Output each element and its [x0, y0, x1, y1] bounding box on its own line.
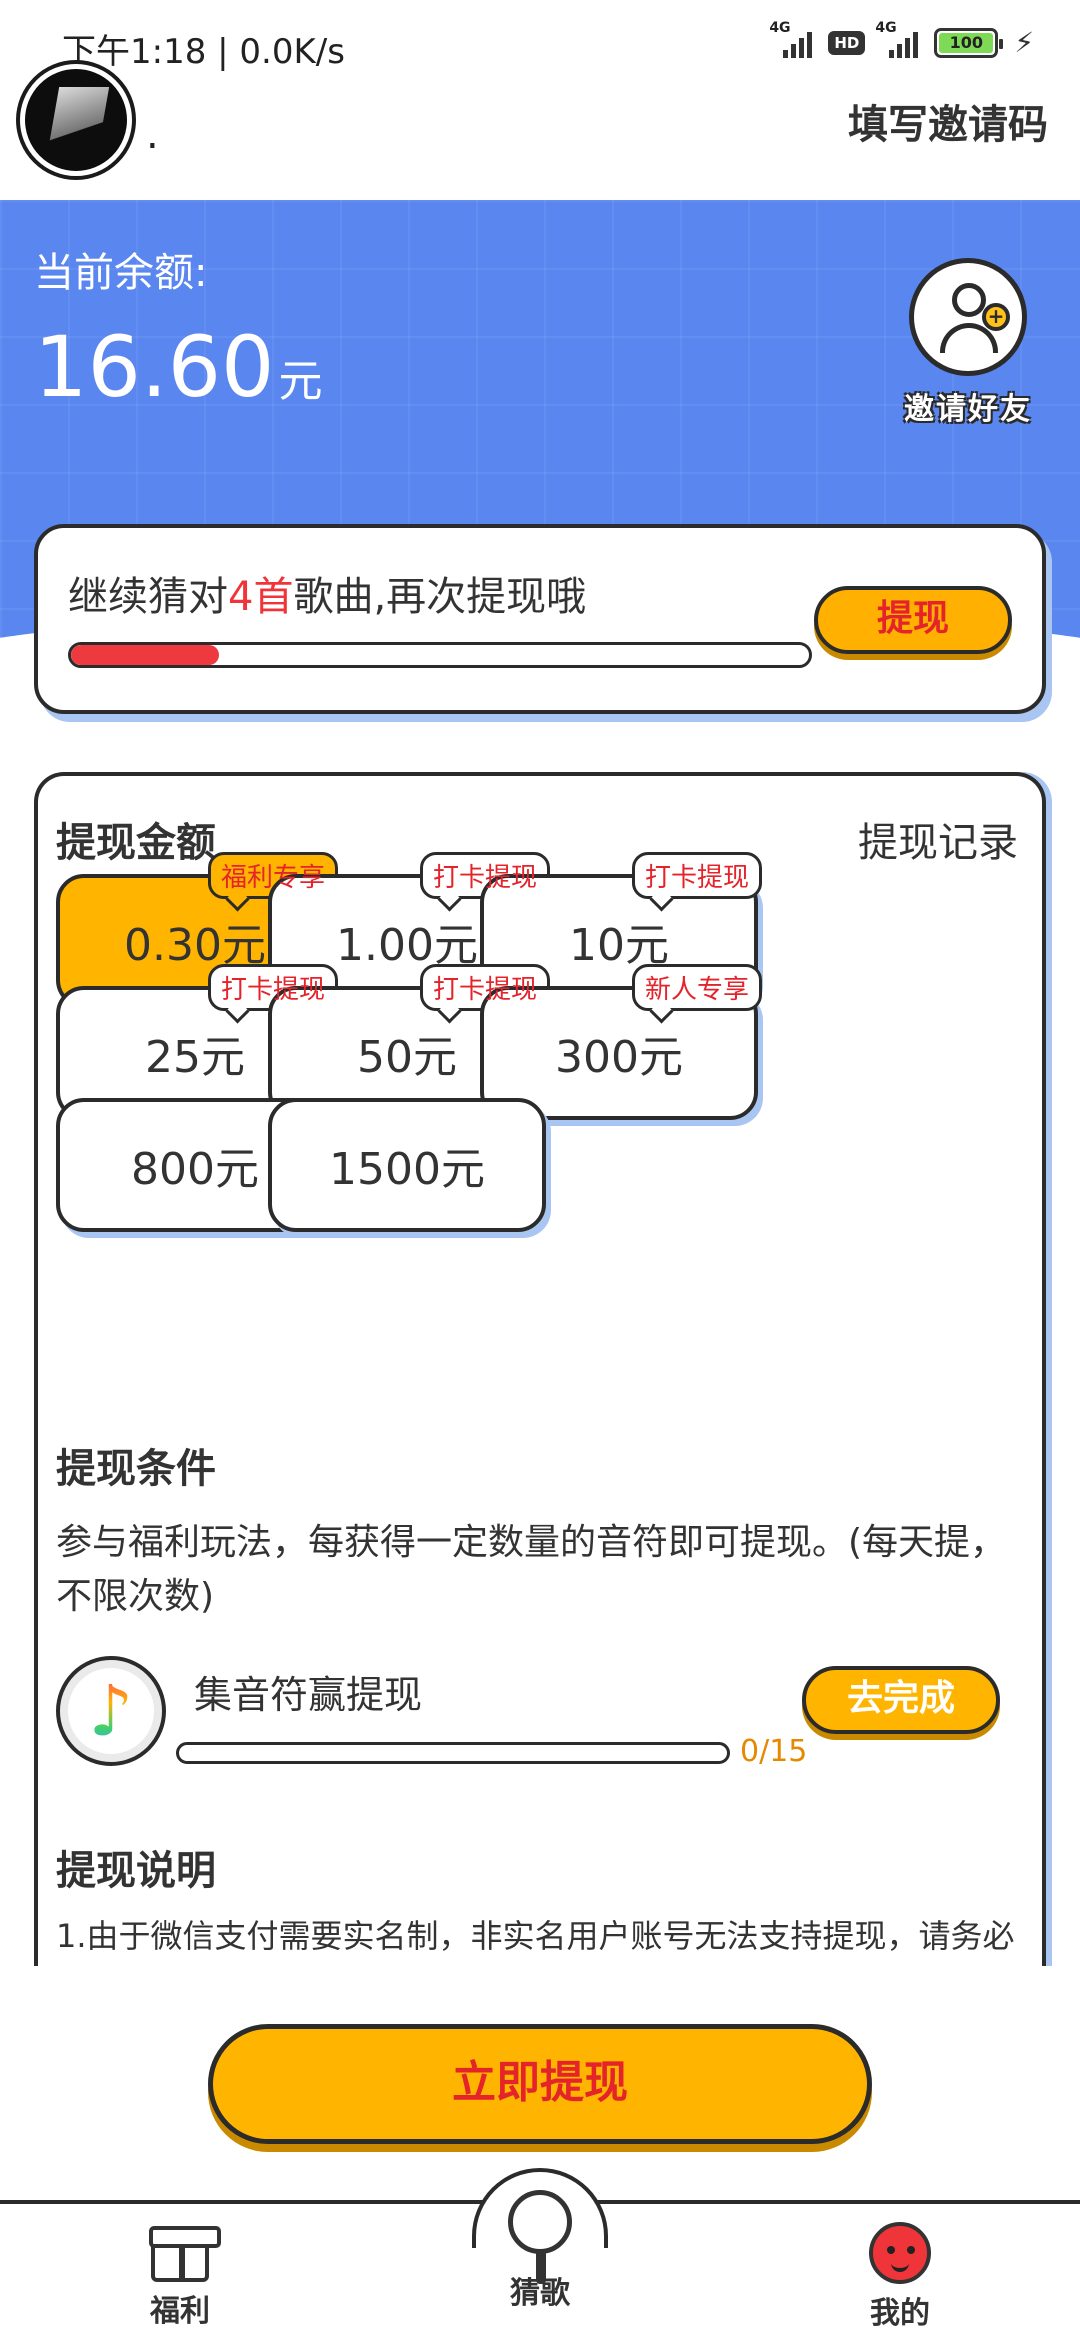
balance-amount: 16.60 元 — [34, 318, 322, 416]
conditions-text: 参与福利玩法，每获得一定数量的音符即可提现。(每天提，不限次数) — [56, 1522, 1007, 1617]
avatar[interactable] — [20, 64, 132, 176]
network-type-label: 4G — [769, 19, 791, 36]
amount-tag-label: 福利专享 — [220, 863, 325, 893]
battery-icon: 100 — [934, 27, 1004, 58]
amount-tag-label: 打卡提现 — [432, 863, 537, 893]
tab-label: 猜歌 — [510, 2276, 570, 2311]
tab-label: 福利 — [150, 2294, 210, 2329]
signal-icon: 4G — [769, 20, 813, 58]
amount-tag: 打卡提现 — [419, 964, 550, 1011]
network-type-label: 4G — [875, 19, 897, 36]
amount-option-label: 800元 — [131, 1144, 259, 1195]
task-progress-bar — [176, 1742, 730, 1764]
add-user-icon: + — [909, 258, 1027, 376]
amount-tag-label: 打卡提现 — [432, 975, 537, 1005]
progress-card: 继续猜对4首歌曲,再次提现哦 提现 — [34, 524, 1046, 714]
amount-option[interactable]: 1500元 — [268, 1098, 546, 1232]
gift-icon — [149, 2226, 221, 2282]
withdraw-button[interactable]: 提现 — [814, 586, 1012, 654]
amount-tag: 新人专享 — [631, 964, 762, 1011]
progress-bar — [68, 642, 812, 668]
amount-tag: 打卡提现 — [419, 852, 550, 899]
task-name: 集音符赢提现 — [194, 1673, 423, 1717]
go-complete-button[interactable]: 去完成 — [802, 1666, 1000, 1734]
hd-icon: HD — [828, 30, 866, 55]
enter-invite-code-link[interactable]: 填写邀请码 — [848, 92, 1048, 150]
amount-tag-label: 打卡提现 — [644, 863, 749, 893]
charging-icon: ⚡ — [1014, 26, 1034, 59]
status-icons: 4G HD 4G 100 ⚡ — [769, 20, 1034, 60]
face-icon — [869, 2222, 931, 2284]
amount-tag-label: 打卡提现 — [220, 975, 325, 1005]
description-title: 提现说明 — [56, 1848, 216, 1894]
conditions-title: 提现条件 — [56, 1446, 216, 1492]
microphone-icon — [508, 2190, 572, 2254]
amount-tag: 福利专享 — [207, 852, 338, 899]
withdraw-records-link[interactable]: 提现记录 — [858, 810, 1018, 868]
amount-tag: 打卡提现 — [207, 964, 338, 1011]
amount-option-label: 25元 — [145, 1032, 245, 1083]
tab-welfare[interactable]: 福利 — [100, 2222, 260, 2330]
progress-highlight: 4首 — [228, 574, 294, 620]
withdraw-now-button[interactable]: 立即提现 — [208, 2024, 872, 2144]
amount-tag-label: 新人专享 — [644, 975, 749, 1005]
progress-message-prefix: 继续猜对 — [68, 574, 228, 620]
amount-option-label: 300元 — [555, 1032, 683, 1083]
description-text: 1.由于微信支付需要实名制，非实名用户账号无法支持提现，请务必 — [56, 1917, 1015, 1955]
invite-friend-button[interactable]: + 邀请好友 — [888, 258, 1048, 428]
balance-unit: 元 — [278, 356, 323, 407]
username: . — [146, 112, 159, 158]
progress-message-suffix: 歌曲,再次提现哦 — [293, 574, 587, 620]
invite-friend-label: 邀请好友 — [904, 392, 1032, 427]
task-progress-count: 0/15 — [740, 1734, 808, 1769]
amount-option-label: 50元 — [357, 1032, 457, 1083]
withdraw-amount-title: 提现金额 — [56, 820, 216, 866]
amount-tag: 打卡提现 — [631, 852, 762, 899]
progress-message: 继续猜对4首歌曲,再次提现哦 — [68, 564, 586, 622]
tab-mine[interactable]: 我的 — [820, 2222, 980, 2332]
progress-bar-fill — [71, 645, 219, 665]
balance-number: 16.60 — [34, 318, 275, 416]
withdraw-card: 提现金额 提现记录 0.30元 福利专享 1.00元 打卡提现 10元 打卡提现 25元 打卡… — [34, 772, 1046, 2002]
tab-guess-song[interactable]: 猜歌 — [460, 2264, 620, 2312]
amount-option-label: 1500元 — [329, 1144, 485, 1195]
balance-label: 当前余额: — [34, 250, 208, 296]
top-header: . 填写邀请码 — [0, 60, 1080, 200]
battery-level: 100 — [939, 32, 994, 53]
signal-icon: 4G — [875, 20, 919, 58]
music-note-icon: ♪ — [56, 1656, 166, 1766]
tab-label: 我的 — [870, 2296, 930, 2331]
